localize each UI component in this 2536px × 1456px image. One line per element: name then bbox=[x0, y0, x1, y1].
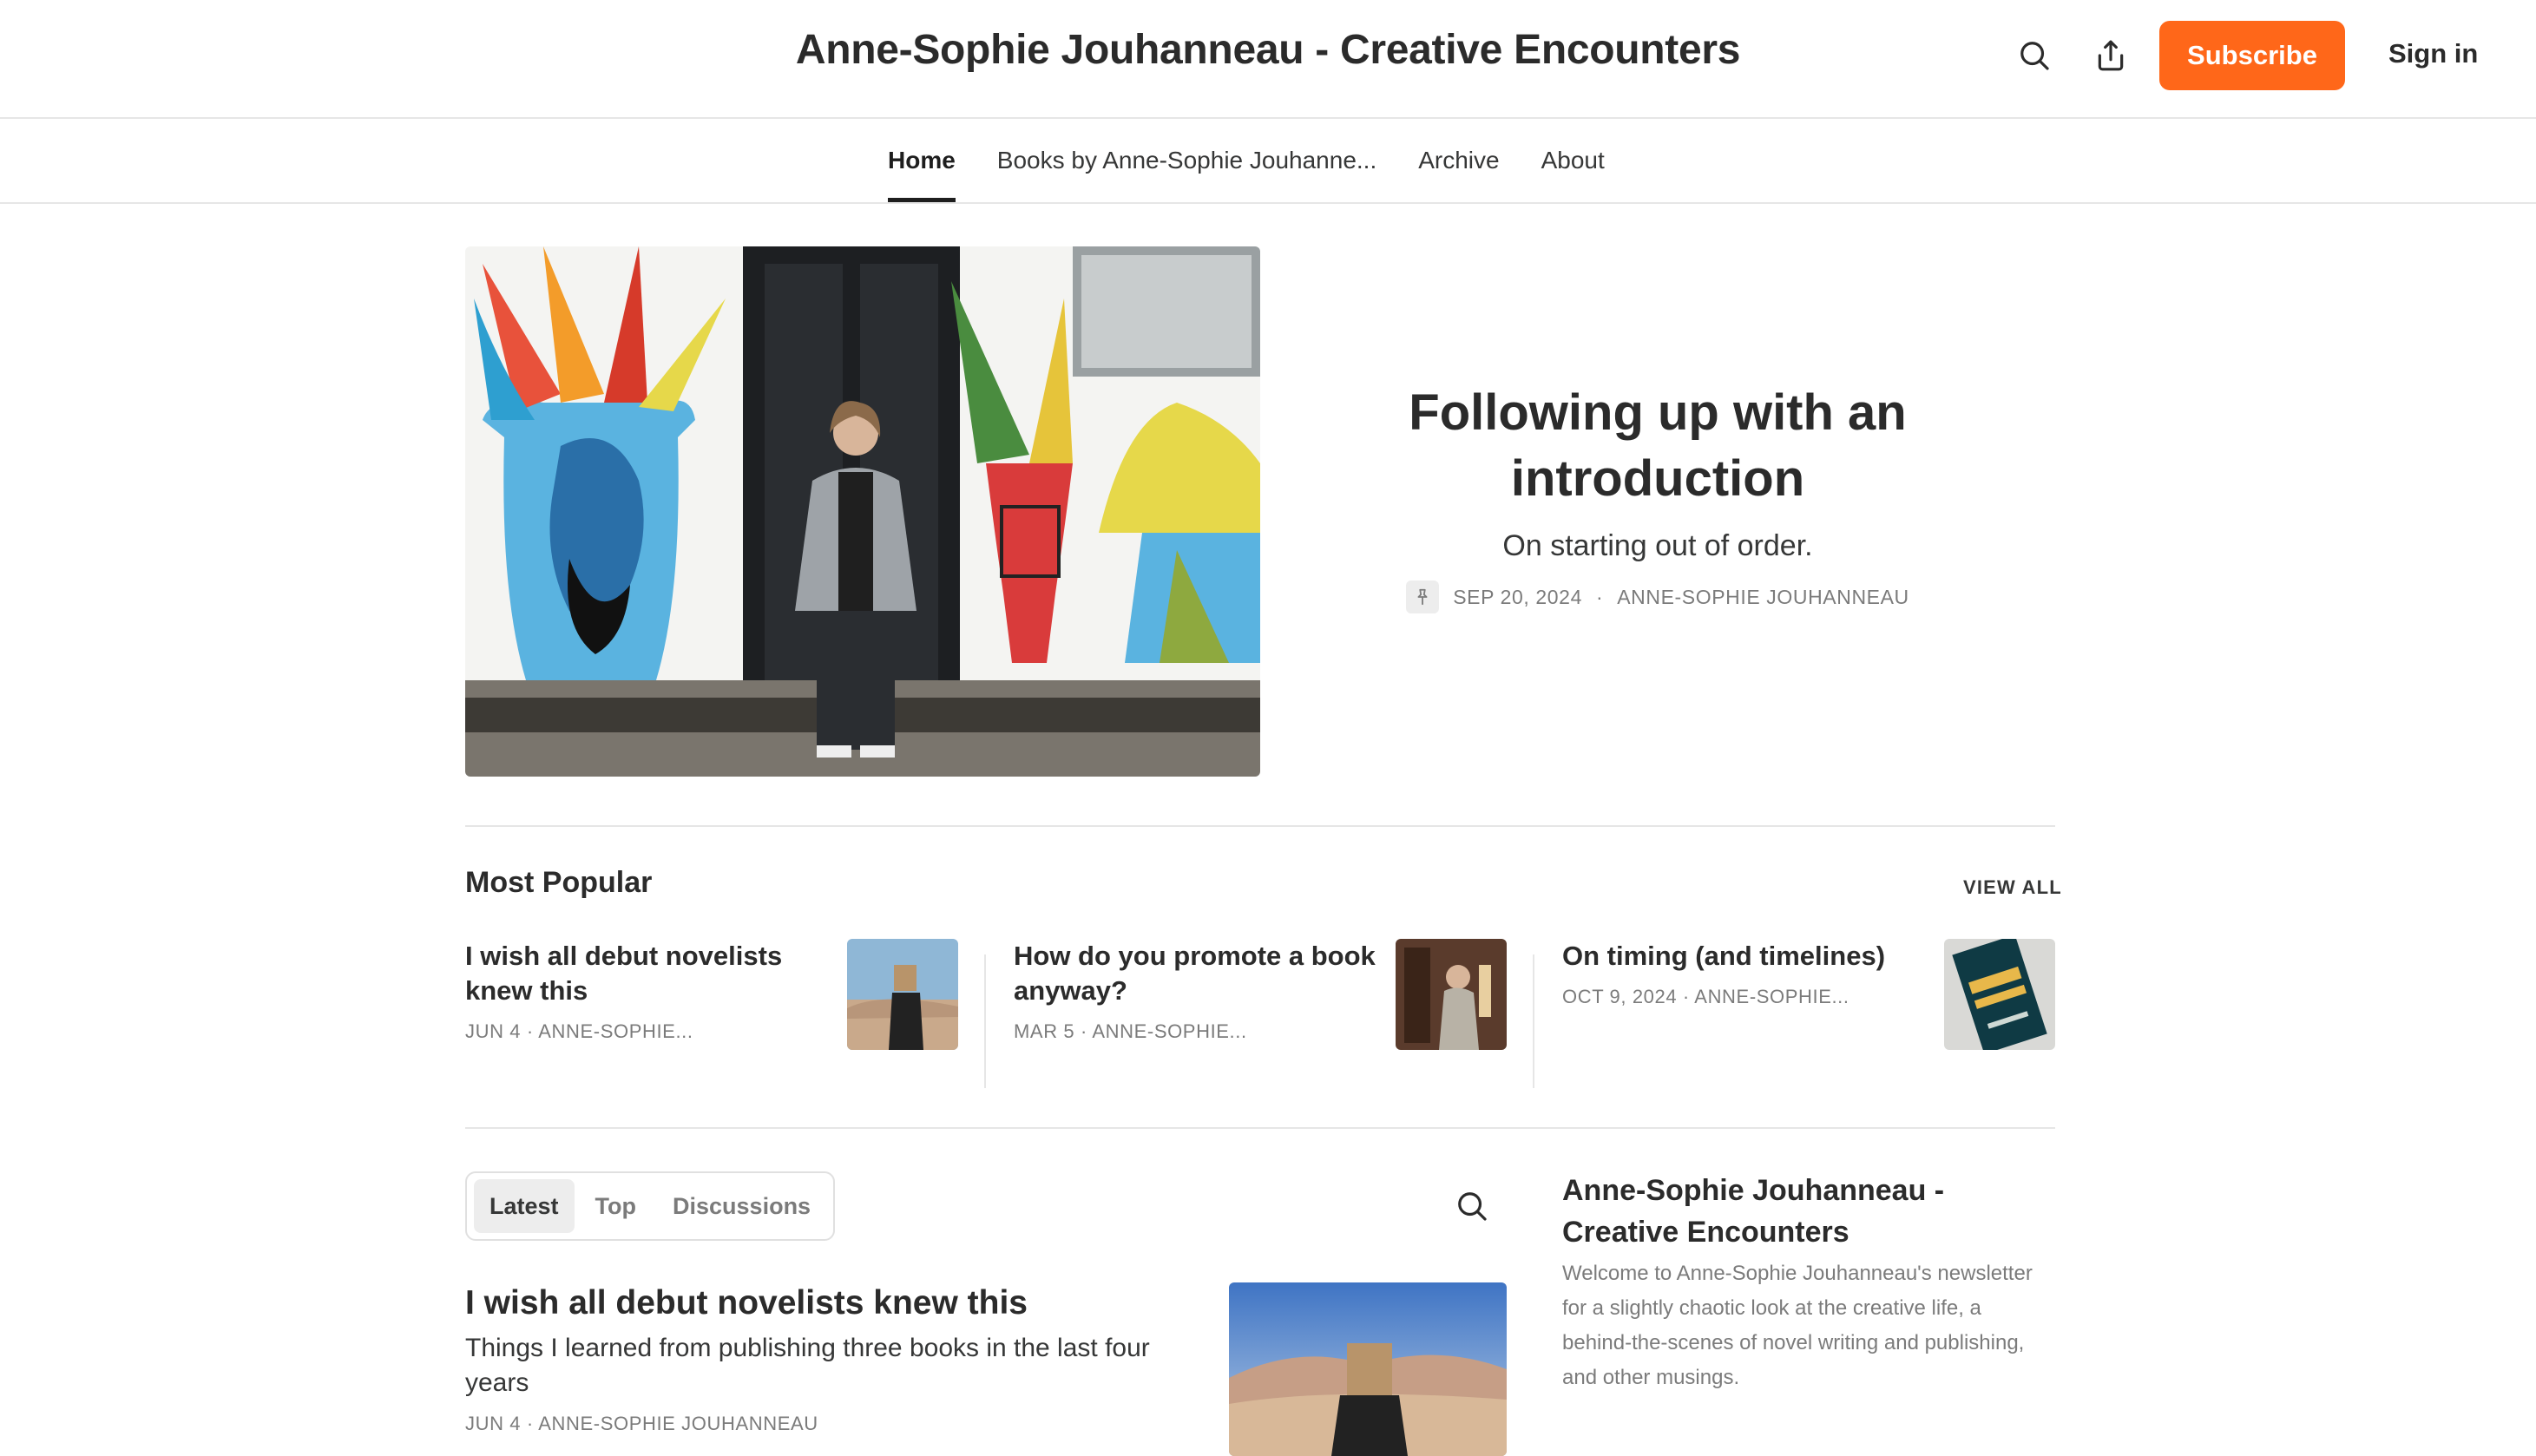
popular-item-title[interactable]: On timing (and timelines) bbox=[1562, 939, 1927, 974]
popular-item-title[interactable]: How do you promote a book anyway? bbox=[1014, 939, 1387, 1008]
popular-item[interactable]: On timing (and timelines) OCT 9, 2024 · … bbox=[1562, 939, 2055, 1086]
search-icon[interactable] bbox=[2014, 35, 2055, 76]
post-thumbnail[interactable] bbox=[1229, 1282, 1507, 1456]
divider bbox=[465, 825, 2055, 827]
popular-item-meta: JUN 4 · ANNE-SOPHIE... bbox=[465, 1020, 693, 1042]
popular-item-thumbnail[interactable] bbox=[1944, 939, 2055, 1050]
subscribe-button[interactable]: Subscribe bbox=[2159, 21, 2345, 90]
publication-title[interactable]: Anne-Sophie Jouhanneau - Creative Encoun… bbox=[0, 26, 2536, 74]
tab-top[interactable]: Top bbox=[580, 1179, 652, 1233]
post-title[interactable]: I wish all debut novelists knew this bbox=[465, 1281, 1194, 1326]
pin-icon bbox=[1406, 580, 1440, 613]
nav-item-books[interactable]: Books by Anne-Sophie Jouhanne... bbox=[997, 119, 1376, 202]
post-meta: JUN 4 · ANNE-SOPHIE JOUHANNEAU bbox=[465, 1413, 818, 1434]
divider bbox=[465, 1127, 2055, 1129]
view-all-link[interactable]: VIEW ALL bbox=[1963, 876, 2062, 899]
popular-item-thumbnail[interactable] bbox=[1396, 939, 1507, 1050]
hero-image[interactable] bbox=[465, 246, 1260, 777]
popular-item-title[interactable]: I wish all debut novelists knew this bbox=[465, 939, 838, 1008]
sign-in-link[interactable]: Sign in bbox=[2388, 38, 2478, 69]
meta-separator: · bbox=[1595, 585, 1604, 608]
nav-bar: Home Books by Anne-Sophie Jouhanne... Ar… bbox=[0, 119, 2536, 204]
tab-discussions[interactable]: Discussions bbox=[657, 1179, 826, 1233]
popular-item[interactable]: How do you promote a book anyway? MAR 5 … bbox=[1014, 939, 1507, 1086]
publication-sidebar: Anne-Sophie Jouhanneau - Creative Encoun… bbox=[1562, 1170, 2055, 1395]
hero-text: Following up with an introduction On sta… bbox=[1337, 380, 1979, 613]
hero-date: SEP 20, 2024 bbox=[1453, 585, 1582, 608]
hero-meta: SEP 20, 2024 · ANNE-SOPHIE JOUHANNEAU bbox=[1337, 580, 1979, 613]
hero-author[interactable]: ANNE-SOPHIE JOUHANNEAU bbox=[1617, 586, 1909, 609]
popular-item-meta: OCT 9, 2024 · ANNE-SOPHIE... bbox=[1562, 986, 1849, 1007]
nav-item-home[interactable]: Home bbox=[888, 119, 956, 202]
post-item[interactable]: I wish all debut novelists knew this Thi… bbox=[465, 1281, 1194, 1435]
feed-tabs: Latest Top Discussions bbox=[465, 1171, 836, 1241]
search-icon[interactable] bbox=[1451, 1185, 1493, 1227]
popular-separator bbox=[1533, 954, 1534, 1088]
nav-items: Home Books by Anne-Sophie Jouhanne... Ar… bbox=[888, 119, 1605, 202]
hero-subtitle: On starting out of order. bbox=[1502, 529, 1813, 562]
nav-item-about[interactable]: About bbox=[1541, 119, 1605, 202]
hero-title[interactable]: Following up with an introduction bbox=[1337, 380, 1979, 512]
share-icon[interactable] bbox=[2090, 35, 2132, 76]
most-popular-heading: Most Popular bbox=[465, 866, 653, 899]
popular-item-thumbnail[interactable] bbox=[847, 939, 958, 1050]
popular-item[interactable]: I wish all debut novelists knew this JUN… bbox=[465, 939, 958, 1086]
post-subtitle: Things I learned from publishing three b… bbox=[465, 1334, 1150, 1397]
top-bar: Anne-Sophie Jouhanneau - Creative Encoun… bbox=[0, 0, 2536, 119]
sidebar-title[interactable]: Anne-Sophie Jouhanneau - Creative Encoun… bbox=[1562, 1170, 2055, 1253]
popular-separator bbox=[984, 954, 986, 1088]
tab-latest[interactable]: Latest bbox=[474, 1179, 575, 1233]
nav-item-archive[interactable]: Archive bbox=[1418, 119, 1499, 202]
sidebar-description: Welcome to Anne-Sophie Jouhanneau's news… bbox=[1562, 1262, 2033, 1389]
popular-item-meta: MAR 5 · ANNE-SOPHIE... bbox=[1014, 1020, 1247, 1042]
